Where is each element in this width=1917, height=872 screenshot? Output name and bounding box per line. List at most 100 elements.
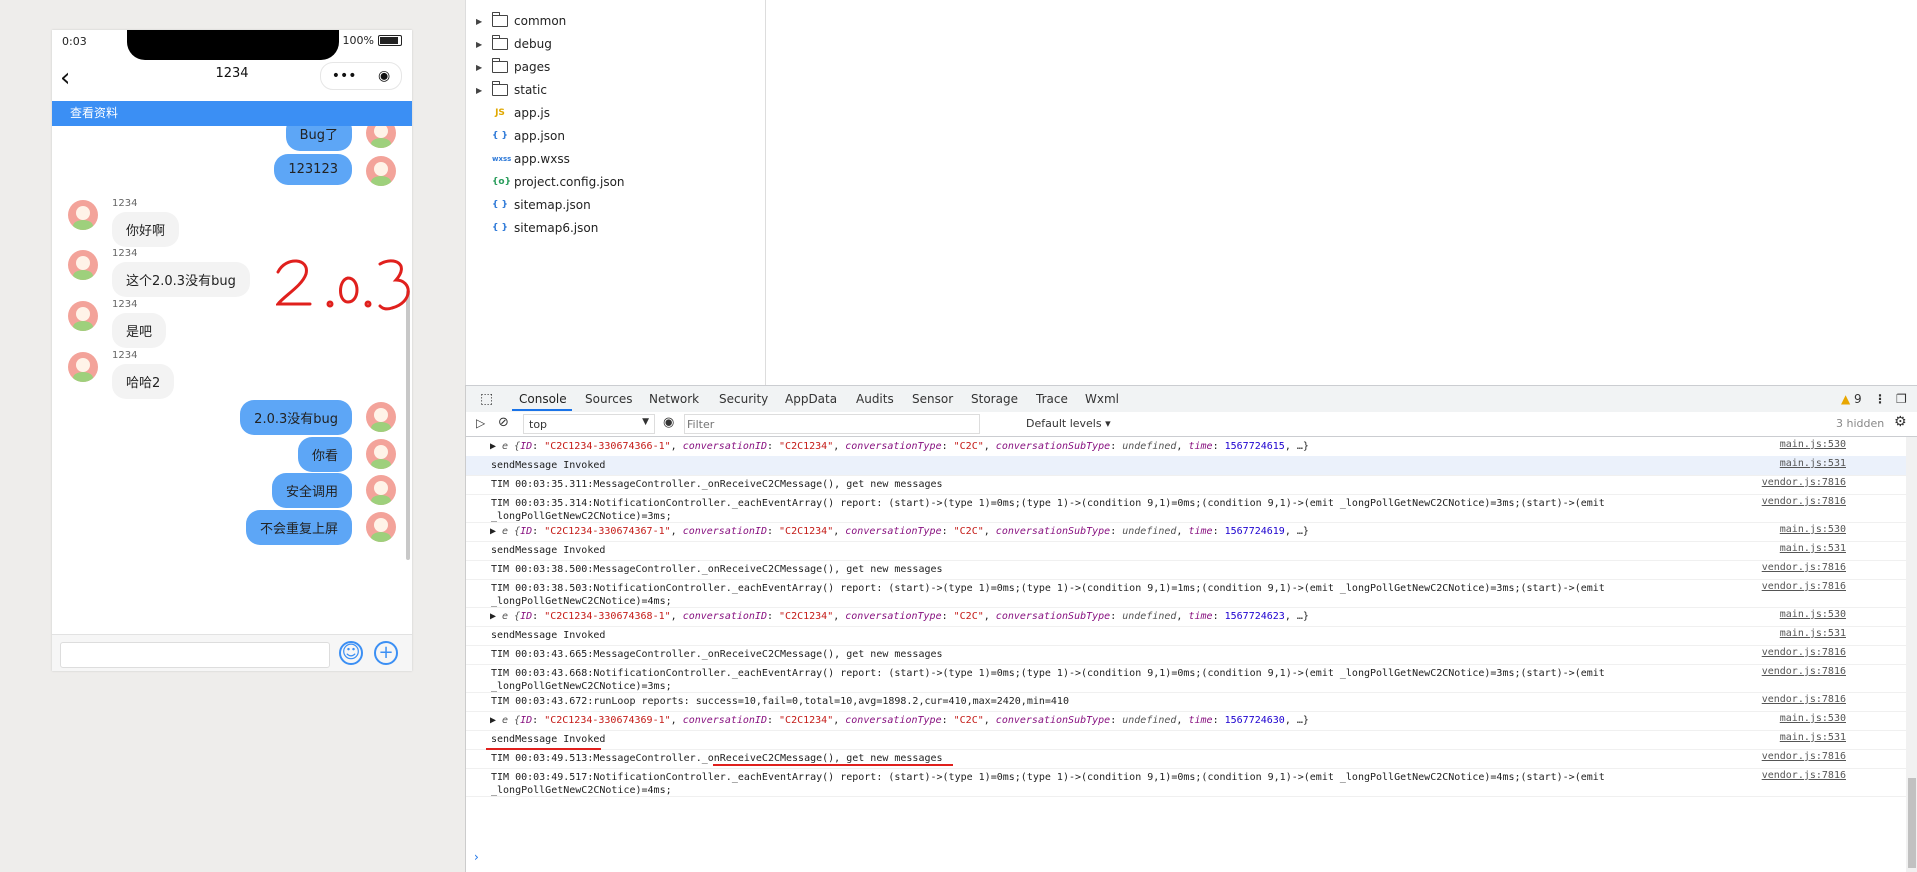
warning-count[interactable]: 9 (1854, 392, 1862, 406)
view-profile-banner[interactable]: 查看资料 (52, 101, 412, 126)
file-name: app.json (514, 129, 565, 143)
undock-icon[interactable]: ❐ (1896, 392, 1907, 406)
more-dots-icon[interactable]: ••• (332, 68, 357, 84)
folder-item[interactable]: ▶ common (476, 10, 566, 32)
message-bubble[interactable]: 是吧 (112, 313, 167, 348)
log-object-row[interactable]: ▶ e {ID: "C2C1234-330674369-1", conversa… (466, 711, 1906, 731)
log-row[interactable]: TIM 00:03:43.672:runLoop reports: succes… (466, 692, 1906, 712)
log-source-link[interactable]: main.js:531 (1780, 458, 1846, 469)
tab-wxml[interactable]: Wxml (1085, 392, 1119, 406)
file-item[interactable]: { } sitemap6.json (492, 217, 598, 239)
emoji-icon[interactable]: ☺ (339, 641, 363, 665)
chat-scrollbar[interactable] (406, 290, 410, 560)
settings-gear-icon[interactable]: ⚙ (1894, 414, 1907, 430)
log-row[interactable]: TIM 00:03:43.665:MessageController._onRe… (466, 645, 1906, 665)
log-source-link[interactable]: vendor.js:7816 (1762, 751, 1846, 762)
message-bubble[interactable]: 123123 (274, 154, 352, 185)
chevron-right-icon[interactable]: ▶ (476, 17, 486, 26)
log-row[interactable]: TIM 00:03:35.314:NotificationController.… (466, 494, 1906, 523)
file-item[interactable]: JS app.js (492, 102, 550, 124)
tab-audits[interactable]: Audits (856, 392, 894, 406)
log-source-link[interactable]: main.js:530 (1780, 524, 1846, 535)
log-object-row[interactable]: ▶ e {ID: "C2C1234-330674366-1", conversa… (466, 437, 1906, 457)
log-text: TIM 00:03:38.503:NotificationController.… (491, 582, 1605, 608)
battery-status: 100% (343, 34, 402, 47)
folder-item[interactable]: ▶ pages (476, 56, 550, 78)
warning-icon[interactable]: ▲ (1841, 392, 1850, 406)
log-row[interactable]: sendMessage Invoked main.js:531 (466, 730, 1906, 750)
log-source-link[interactable]: main.js:530 (1780, 713, 1846, 724)
add-icon[interactable]: + (374, 641, 398, 665)
folder-item[interactable]: ▶ static (476, 79, 547, 101)
capsule-menu[interactable]: ••• ◉ (320, 62, 402, 90)
log-row[interactable]: TIM 00:03:38.503:NotificationController.… (466, 579, 1906, 608)
message-bubble[interactable]: 你看 (297, 437, 352, 472)
tab-sources[interactable]: Sources (585, 392, 632, 406)
inspect-icon[interactable]: ⬚ (480, 391, 493, 407)
log-row[interactable]: TIM 00:03:38.500:MessageController._onRe… (466, 560, 1906, 580)
log-source-link[interactable]: vendor.js:7816 (1762, 647, 1846, 658)
eye-icon[interactable]: ◉ (663, 415, 674, 430)
context-select[interactable]: top ▼ (523, 414, 655, 434)
folder-item[interactable]: ▶ debug (476, 33, 552, 55)
file-item[interactable]: wxss app.wxss (492, 148, 570, 170)
chevron-right-icon[interactable]: ▶ (476, 40, 486, 49)
tab-security[interactable]: Security (719, 392, 768, 406)
log-object-row[interactable]: ▶ e {ID: "C2C1234-330674368-1", conversa… (466, 607, 1906, 627)
message-bubble[interactable]: 你好啊 (112, 212, 180, 247)
tab-trace[interactable]: Trace (1036, 392, 1068, 406)
tab-storage[interactable]: Storage (971, 392, 1018, 406)
log-text: sendMessage Invoked (491, 629, 605, 642)
menu-kebab-icon[interactable]: ⋮ (1874, 392, 1886, 406)
message-bubble[interactable]: 不会重复上屏 (245, 510, 352, 545)
console-scrollbar[interactable] (1906, 437, 1917, 872)
levels-select[interactable]: Default levels ▾ (1026, 417, 1111, 430)
log-row[interactable]: TIM 00:03:43.668:NotificationController.… (466, 664, 1906, 693)
close-target-icon[interactable]: ◉ (378, 68, 390, 84)
console-prompt-icon[interactable]: › (474, 850, 479, 864)
tab-network[interactable]: Network (649, 392, 699, 406)
chevron-right-icon[interactable]: ▶ (476, 86, 486, 95)
message-bubble[interactable]: 2.0.3没有bug (240, 400, 352, 435)
log-source-link[interactable]: vendor.js:7816 (1762, 770, 1846, 781)
log-source-link[interactable]: vendor.js:7816 (1762, 496, 1846, 507)
log-source-link[interactable]: vendor.js:7816 (1762, 666, 1846, 677)
log-source-link[interactable]: main.js:530 (1780, 609, 1846, 620)
message-input[interactable] (60, 642, 330, 668)
filter-input[interactable] (684, 414, 980, 434)
log-row[interactable]: sendMessage Invoked main.js:531 (466, 541, 1906, 561)
file-item[interactable]: { } sitemap.json (492, 194, 591, 216)
log-row[interactable]: TIM 00:03:35.311:MessageController._onRe… (466, 475, 1906, 495)
log-text: TIM 00:03:43.672:runLoop reports: succes… (491, 695, 1069, 708)
chevron-right-icon[interactable]: ▶ (476, 63, 486, 72)
log-source-link[interactable]: vendor.js:7816 (1762, 694, 1846, 705)
log-source-link[interactable]: main.js:530 (1780, 439, 1846, 450)
message-bubble[interactable]: 这个2.0.3没有bug (112, 262, 250, 297)
file-name: project.config.json (514, 175, 625, 189)
tab-sensor[interactable]: Sensor (912, 392, 953, 406)
log-source-link[interactable]: vendor.js:7816 (1762, 562, 1846, 573)
tab-appdata[interactable]: AppData (785, 392, 837, 406)
clear-console-icon[interactable]: ⊘ (498, 415, 509, 430)
file-item[interactable]: {o} project.config.json (492, 171, 625, 193)
sidebar-toggle-icon[interactable]: ▷ (476, 416, 485, 430)
log-object-row[interactable]: ▶ e {ID: "C2C1234-330674367-1", conversa… (466, 522, 1906, 542)
log-source-link[interactable]: main.js:531 (1780, 628, 1846, 639)
log-message: sendMessage Invoked (491, 734, 606, 745)
tab-console[interactable]: Console (519, 392, 567, 406)
log-text: sendMessage Invoked (491, 459, 605, 472)
log-row[interactable]: TIM 00:03:49.513:MessageController._onRe… (466, 749, 1906, 769)
message-bubble[interactable]: Bug了 (285, 126, 352, 151)
message-bubble[interactable]: 哈哈2 (112, 364, 175, 399)
log-row[interactable]: TIM 00:03:49.517:NotificationController.… (466, 768, 1906, 797)
log-source-link[interactable]: main.js:531 (1780, 732, 1846, 743)
file-item[interactable]: { } app.json (492, 125, 565, 147)
message-bubble[interactable]: 安全调用 (271, 473, 352, 508)
log-source-link[interactable]: vendor.js:7816 (1762, 581, 1846, 592)
log-source-link[interactable]: vendor.js:7816 (1762, 477, 1846, 488)
log-row[interactable]: sendMessage Invoked main.js:531 (466, 456, 1906, 476)
devtools-tabbar: ⬚ ▲ 9 ⋮ ❐ Console Sources Network Security A… (466, 385, 1917, 413)
log-row[interactable]: sendMessage Invoked main.js:531 (466, 626, 1906, 646)
simulator-pane: 0:03 100% ‹ 1234 ••• ◉ 查看资料 Bug了 123123 12… (0, 0, 465, 872)
log-source-link[interactable]: main.js:531 (1780, 543, 1846, 554)
